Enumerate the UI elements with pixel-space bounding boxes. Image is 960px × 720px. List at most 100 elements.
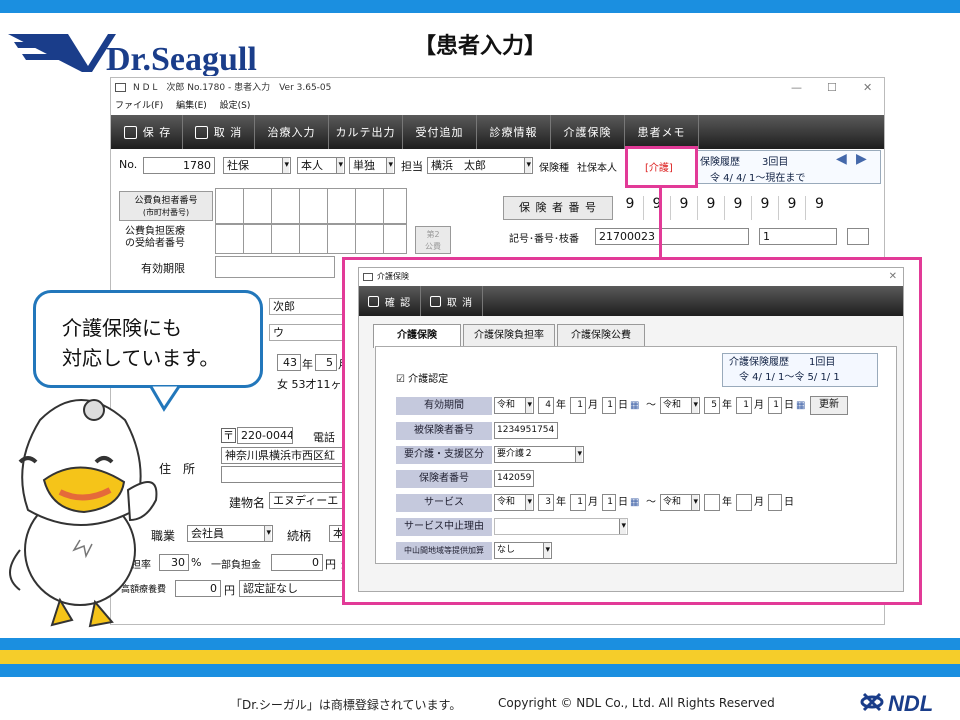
kougaku-unit: 円 [224, 584, 235, 597]
insurance-type-select[interactable]: 社保 [223, 157, 291, 174]
youkaigo-label: 要介護・支援区分 [396, 446, 492, 464]
calendar-icon[interactable]: ▦ [796, 397, 805, 414]
partial-field[interactable]: 0 [271, 554, 323, 571]
chusankan-select[interactable]: なし [494, 542, 552, 559]
yuko-from-year[interactable]: 4 [538, 397, 554, 414]
address-field-2[interactable] [221, 466, 345, 483]
main-toolbar: 保 存 取 消 治療入力 カルテ出力 受付追加 診療情報 介護保険 患者メモ [111, 115, 884, 149]
tab-care-insurance[interactable]: 介護保険 [373, 324, 461, 348]
dialog-close-icon[interactable]: ✕ [889, 268, 897, 286]
feature-callout: 介護保険にも 対応しています。 [33, 290, 263, 388]
menu-edit[interactable]: 編集(E) [176, 101, 207, 111]
dialog-title-bar: 介護保険 ✕ [359, 268, 903, 286]
service-to-day[interactable] [768, 494, 782, 511]
person-type-select[interactable]: 本人 [297, 157, 345, 174]
chart-output-button[interactable]: カルテ出力 [329, 115, 403, 149]
confirm-button[interactable]: 確 認 [359, 286, 421, 316]
update-button[interactable]: 更新 [810, 396, 848, 415]
trademark-note: 「Dr.シーガル」は商標登録されています。 [230, 698, 462, 712]
history-next-icon[interactable]: ▶ [856, 151, 867, 167]
patient-name-field[interactable]: 次郎 [269, 298, 343, 315]
medical-info-button[interactable]: 診療情報 [477, 115, 551, 149]
insurance-history-box: 保険履歴 3回目 令 4/ 4/ 1～現在まで ◀ ▶ [695, 150, 881, 184]
cancel-button[interactable]: 取 消 [183, 115, 255, 149]
kohi-jukyu-digits[interactable] [215, 224, 407, 254]
service-to-era-select[interactable]: 令和 [660, 494, 700, 511]
service-from-day[interactable]: 1 [602, 494, 616, 511]
service-stop-label: サービス中止理由 [396, 518, 492, 536]
patient-kana-field[interactable]: ウ [269, 324, 343, 341]
dialog-cancel-button[interactable]: 取 消 [421, 286, 483, 316]
care-history-box: 介護保険履歴 1回目 令 4/ 1/ 1～令 5/ 1/ 1 [722, 353, 878, 387]
save-button[interactable]: 保 存 [113, 115, 183, 149]
yuko-to-era-select[interactable]: 令和 [660, 397, 700, 414]
calendar-icon[interactable]: ▦ [630, 494, 639, 511]
dialog-toolbar: 確 認 取 消 [359, 286, 903, 316]
confirm-icon [367, 295, 379, 307]
service-to-year[interactable] [704, 494, 720, 511]
maximize-icon[interactable]: ☐ [827, 78, 837, 98]
service-from-month[interactable]: 1 [570, 494, 586, 511]
building-field[interactable]: エヌディーエ [269, 492, 345, 509]
kohi-jukyu-label: 公費負担医療 の受給者番号 [125, 226, 185, 249]
main-title-bar: N D L 次郎 No.1780 - 患者入力 Ver 3.65-05 — ☐ … [111, 78, 884, 98]
unit-day: 日 [618, 400, 628, 411]
tab-care-public-expense[interactable]: 介護保険公費 [557, 324, 645, 346]
hokensha-digits[interactable]: 9 9 9 9 9 9 9 9 [617, 196, 837, 220]
second-kohi-button[interactable]: 第2 公費 [415, 226, 451, 254]
care-insurance-button[interactable]: 介護保険 [551, 115, 625, 149]
service-from-era-select[interactable]: 令和 [494, 494, 534, 511]
service-from-year[interactable]: 3 [538, 494, 554, 511]
yuko-to-year[interactable]: 5 [704, 397, 720, 414]
patient-memo-button[interactable]: 患者メモ [625, 115, 699, 149]
yuko-from-day[interactable]: 1 [602, 397, 616, 414]
rate-field[interactable]: 30 [159, 554, 189, 571]
postal-field[interactable]: 220-0044 [237, 427, 293, 444]
minimize-icon[interactable]: — [791, 78, 802, 98]
bango-field[interactable]: 1 [759, 228, 837, 245]
treatment-input-button[interactable]: 治療入力 [255, 115, 329, 149]
add-reception-button[interactable]: 受付追加 [403, 115, 477, 149]
tab-care-burden-rate[interactable]: 介護保険負担率 [463, 324, 555, 346]
history-count: 3回目 [762, 157, 789, 168]
nintei-field[interactable]: 認定証なし [239, 580, 345, 597]
yuko-to-month[interactable]: 1 [736, 397, 752, 414]
yuko-from-month[interactable]: 1 [570, 397, 586, 414]
care-insurance-dialog: 介護保険 ✕ 確 認 取 消 介護保険 介護保険負担率 介護保険公費 介護保険履… [358, 267, 904, 592]
kohi-futan-button[interactable]: 公費負担者番号 (市町村番号) [119, 191, 213, 221]
care-hokensha-field[interactable]: 142059 [494, 470, 534, 487]
birth-month-field[interactable]: 5 [315, 354, 337, 371]
history-prev-icon[interactable]: ◀ [836, 151, 847, 167]
range-tilde: ～ [646, 497, 656, 508]
menu-file[interactable]: ファイル(F) [115, 101, 163, 111]
address-field[interactable]: 神奈川県横浜市西区紅 [221, 447, 345, 464]
yuko-to-day[interactable]: 1 [768, 397, 782, 414]
slide-title: 【患者入力】 [413, 34, 546, 59]
birth-year-unit: 年 [302, 358, 313, 371]
edaban-field[interactable] [847, 228, 869, 245]
calendar-icon[interactable]: ▦ [630, 397, 639, 414]
birth-year-field[interactable]: 43 [277, 354, 301, 371]
yuko-from-era-select[interactable]: 令和 [494, 397, 534, 414]
unit-year: 年 [722, 400, 732, 411]
nintei-checkbox[interactable]: ☑ 介護認定 [396, 371, 448, 388]
hihokensha-field[interactable]: 1234951754 [494, 422, 558, 439]
yuko-field[interactable] [215, 256, 335, 278]
patient-number-field[interactable]: 1780 [143, 157, 215, 174]
main-window-title: N D L 次郎 No.1780 - 患者入力 Ver 3.65-05 [133, 83, 332, 93]
kougaku-field[interactable]: 0 [175, 580, 221, 597]
job-select[interactable]: 会社員 [187, 525, 273, 542]
unit-month: 月 [754, 400, 764, 411]
single-select[interactable]: 単独 [349, 157, 395, 174]
kigo-field[interactable]: 21700023 [595, 228, 749, 245]
tantou-select[interactable]: 横浜 太郎 [427, 157, 533, 174]
postal-mark: 〒 [221, 428, 236, 443]
kohi-futan-digits[interactable] [215, 188, 407, 224]
menu-settings[interactable]: 設定(S) [220, 101, 251, 111]
service-stop-select[interactable] [494, 518, 628, 535]
service-to-month[interactable] [736, 494, 752, 511]
unit-day: 日 [618, 497, 628, 508]
dr-seagull-logo: Dr.Seagull [8, 26, 258, 78]
close-icon[interactable]: ✕ [863, 78, 872, 98]
youkaigo-select[interactable]: 要介護２ [494, 446, 584, 463]
